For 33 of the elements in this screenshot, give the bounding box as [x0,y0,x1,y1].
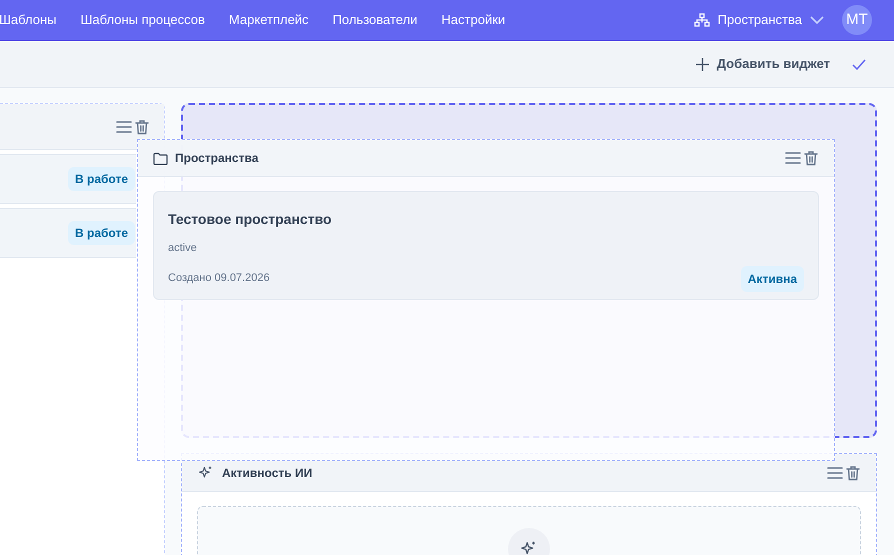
widget-title: Пространства [175,150,258,167]
list-row[interactable]: В работе [0,154,136,204]
dragged-widget[interactable]: Пространства Тестовое пространство active Создано 09.07.2026 Активна [137,139,835,461]
status-badge: Активна [740,266,804,292]
space-name: Тестовое пространство [168,210,333,229]
trash-icon[interactable] [804,150,818,166]
sparkle-icon [198,464,214,480]
add-widget-button[interactable]: Добавить виджет [696,54,830,74]
trash-icon[interactable] [135,118,149,134]
sparkle-icon [520,540,538,555]
plus-icon [696,58,709,70]
created-date: Создано 09.07.2026 [168,271,270,286]
hierarchy-icon [694,13,710,27]
drag-handle-icon[interactable] [827,466,843,480]
checkmark-icon[interactable] [852,58,866,70]
nav-link[interactable]: Маркетплейс [228,10,309,30]
nav-link[interactable]: Настройки [441,10,506,30]
space-card[interactable]: Тестовое пространство active Создано 09.07.2026 Активна [153,191,819,300]
trash-icon[interactable] [846,464,860,480]
space-description: active [168,241,198,256]
folder-icon [153,152,168,164]
drag-handle-icon[interactable] [116,120,132,134]
space-switcher[interactable]: Пространства [694,10,824,30]
list-row[interactable]: В работе [0,208,136,258]
widget-title: Активность ИИ [222,464,312,482]
nav-link[interactable]: Шаблоны процессов [80,10,205,30]
status-badge: В работе [68,221,135,245]
chevron-down-icon [810,16,824,24]
nav-link[interactable]: Пользователи [332,10,418,30]
user-avatar[interactable]: MT [842,5,872,35]
nav-link[interactable]: Шаблоны [0,10,56,30]
drag-handle-icon[interactable] [785,151,801,165]
status-badge: В работе [68,167,135,191]
